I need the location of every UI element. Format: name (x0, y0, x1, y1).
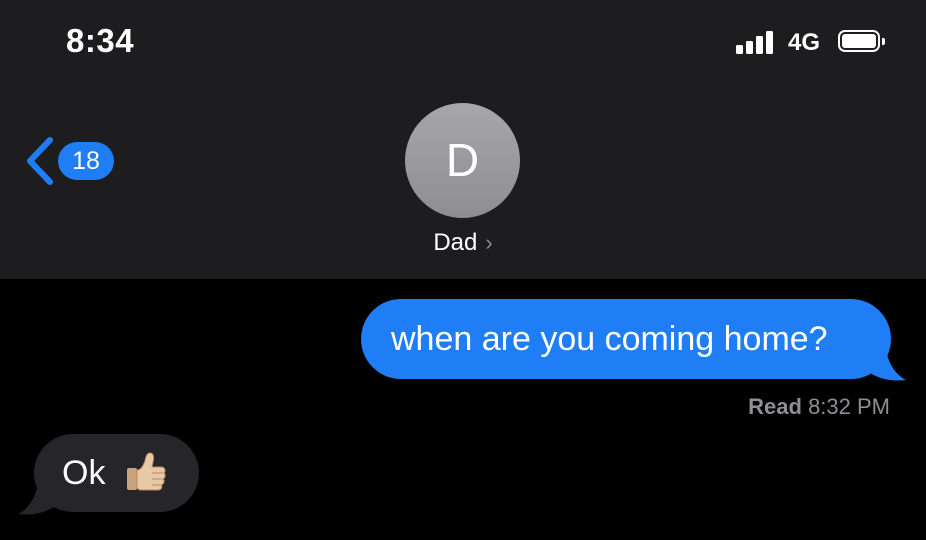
contact-name: Dad (433, 229, 478, 256)
contact-avatar[interactable]: D (405, 103, 520, 218)
contact-name-button[interactable]: Dad › (0, 229, 926, 257)
back-button[interactable]: 18 (24, 136, 124, 186)
battery-icon (838, 30, 888, 56)
status-time: 8:34 (66, 22, 135, 59)
network-type: 4G (788, 29, 821, 56)
sent-message-text: when are you coming home? (391, 320, 828, 358)
read-receipt-time: 8:32 PM (808, 394, 890, 419)
messages-screen: 8:34 4G 18 D Dad › when are you coming h… (0, 0, 926, 540)
received-message-bubble[interactable]: Ok (34, 434, 199, 512)
chevron-left-icon (27, 137, 53, 185)
thumbs-up-icon (126, 452, 166, 491)
read-receipt: Read 8:32 PM (748, 394, 890, 420)
received-message-text: Ok (62, 454, 106, 492)
unread-count-badge: 18 (58, 142, 114, 180)
read-receipt-label: Read (748, 394, 802, 419)
sent-message-bubble[interactable]: when are you coming home? (361, 299, 891, 379)
signal-strength-icon (736, 30, 780, 54)
chevron-right-icon: › (485, 230, 493, 255)
conversation-header: 8:34 4G 18 D Dad › (0, 0, 926, 279)
